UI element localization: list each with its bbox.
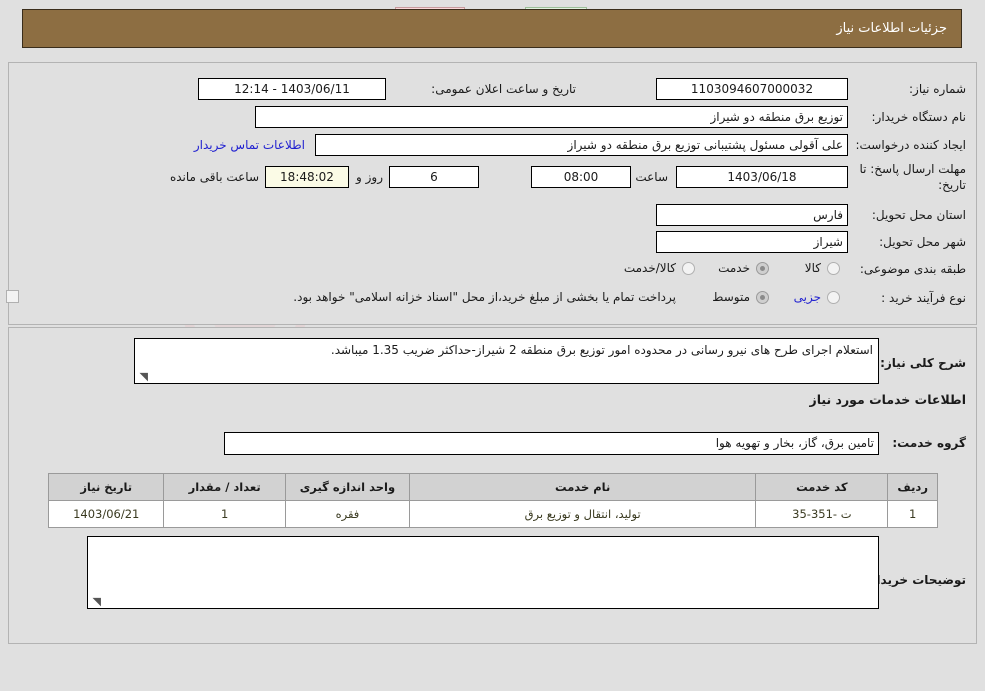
- col-service-name: نام خدمت: [409, 473, 757, 501]
- request-creator-value[interactable]: علی آقولی مسئول پشتیبانی توزیع برق منطقه…: [315, 134, 848, 156]
- cell-need-date: 1403/06/21: [47, 500, 165, 528]
- cell-unit: فقره: [284, 500, 411, 528]
- delivery-province-label: استان محل تحویل:: [871, 208, 966, 222]
- cell-service-name: تولید، انتقال و توزیع برق: [409, 500, 757, 528]
- radio-category-kala-khedmat[interactable]: [682, 262, 695, 275]
- radio-category-kala[interactable]: [827, 262, 840, 275]
- subject-category-label: طبقه بندی موضوعی:: [859, 262, 966, 276]
- table-row[interactable]: 1 ت -351-35 تولید، انتقال و توزیع برق فق…: [47, 500, 938, 528]
- summary-label: شرح کلی نیاز:: [880, 356, 966, 370]
- request-creator-label: ایجاد کننده درخواست:: [855, 138, 966, 152]
- remaining-days-value[interactable]: 6: [389, 166, 479, 188]
- delivery-province-value[interactable]: فارس: [656, 204, 848, 226]
- need-details-panel: شرح کلی نیاز: استعلام اجرای طرح های نیرو…: [8, 327, 977, 644]
- need-number-label: شماره نیاز:: [909, 82, 966, 96]
- radio-category-kala-label: کالا: [804, 261, 821, 275]
- announce-datetime-label: تاریخ و ساعت اعلان عمومی:: [431, 82, 576, 96]
- col-unit: واحد اندازه گیری: [284, 473, 411, 501]
- need-info-panel: شماره نیاز: 1103094607000032 تاریخ و ساع…: [6, 62, 977, 325]
- services-heading: اطلاعات خدمات مورد نیاز: [809, 392, 967, 407]
- need-number-value[interactable]: 1103094607000032: [656, 78, 848, 100]
- radio-process-motevaset-label: متوسط: [712, 290, 750, 304]
- delivery-city-value[interactable]: شیراز: [656, 231, 848, 253]
- buyer-org-label: نام دستگاه خریدار:: [871, 110, 967, 124]
- window-title-bar: جزئیات اطلاعات نیاز: [22, 9, 962, 48]
- deadline-hour-label: ساعت: [635, 170, 668, 184]
- delivery-city-label: شهر محل تحویل:: [879, 235, 966, 249]
- buyer-contact-link[interactable]: اطلاعات تماس خریدار: [194, 138, 305, 152]
- checkbox-treasury-bond[interactable]: [6, 290, 19, 303]
- col-need-date: تاریخ نیاز: [47, 473, 165, 501]
- treasury-bond-note: پرداخت تمام یا بخشی از مبلغ خرید،از محل …: [293, 290, 676, 304]
- table-header-row: ردیف کد خدمت نام خدمت واحد اندازه گیری ت…: [47, 473, 938, 501]
- summary-text: استعلام اجرای طرح های نیرو رسانی در محدو…: [330, 343, 873, 357]
- radio-category-khedmat-label: خدمت: [718, 261, 750, 275]
- radio-process-jozei[interactable]: [827, 291, 840, 304]
- deadline-time-value[interactable]: 08:00: [531, 166, 631, 188]
- col-row: ردیف: [887, 473, 938, 501]
- deadline-date-value[interactable]: 1403/06/18: [676, 166, 848, 188]
- buyer-notes-value[interactable]: ◥: [87, 536, 879, 609]
- page-title: جزئیات اطلاعات نیاز: [836, 21, 947, 36]
- remaining-time-label: ساعت باقی مانده: [169, 170, 259, 184]
- buyer-notes-label: توضیحات خریدار:: [864, 573, 966, 587]
- col-quantity: تعداد / مقدار: [163, 473, 286, 501]
- cell-service-code: ت -351-35: [755, 500, 889, 528]
- services-table: ردیف کد خدمت نام خدمت واحد اندازه گیری ت…: [47, 473, 938, 528]
- purchase-process-label: نوع فرآیند خرید :: [881, 291, 966, 305]
- cell-row: 1: [887, 500, 938, 528]
- radio-category-khedmat[interactable]: [756, 262, 769, 275]
- remaining-time-value[interactable]: 18:48:02: [265, 166, 349, 188]
- service-group-value[interactable]: تامین برق، گاز، بخار و تهویه هوا: [224, 432, 879, 455]
- service-group-label: گروه خدمت:: [892, 436, 966, 450]
- resize-handle-icon-notes[interactable]: ◥: [91, 596, 101, 607]
- radio-process-motevaset[interactable]: [756, 291, 769, 304]
- cell-quantity: 1: [163, 500, 286, 528]
- remaining-days-label: روز و: [356, 170, 383, 184]
- col-service-code: کد خدمت: [755, 473, 889, 501]
- resize-handle-icon[interactable]: ◥: [138, 371, 148, 382]
- announce-datetime-value[interactable]: 1403/06/11 - 12:14: [198, 78, 386, 100]
- radio-process-jozei-label: جزیی: [793, 290, 821, 304]
- buyer-org-value[interactable]: توزیع برق منطقه دو شیراز: [255, 106, 848, 128]
- deadline-label: مهلت ارسال پاسخ: تا تاریخ:: [859, 162, 966, 192]
- radio-category-kala-khedmat-label: کالا/خدمت: [623, 261, 676, 275]
- summary-value[interactable]: استعلام اجرای طرح های نیرو رسانی در محدو…: [134, 338, 879, 384]
